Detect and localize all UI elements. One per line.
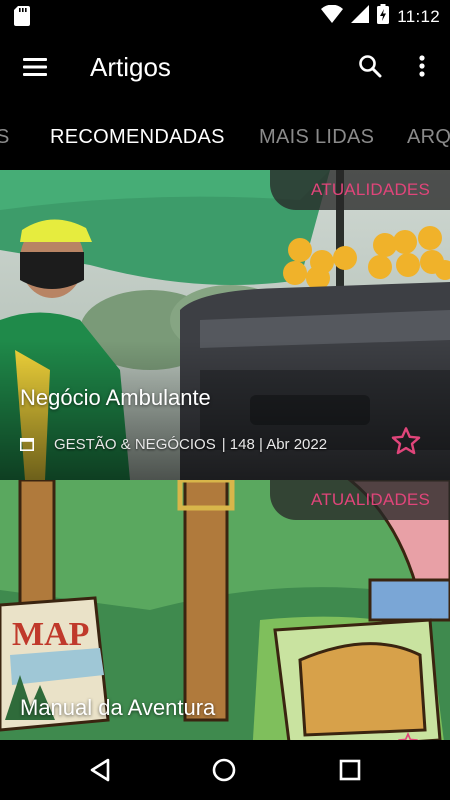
article-card[interactable]: MAP ATUALIDADES Manual da Aventura (0, 480, 450, 740)
calendar-icon (20, 437, 36, 453)
article-card[interactable]: ATUALIDADES Negócio Ambulante GESTÃO & N… (0, 170, 450, 480)
article-category: GESTÃO & NEGÓCIOS (54, 436, 216, 453)
tab-bar: S RECOMENDADAS MAIS LIDAS ARQ (0, 104, 450, 170)
more-vert-icon[interactable] (408, 50, 436, 82)
battery-charging-icon (377, 4, 390, 29)
menu-icon[interactable] (18, 52, 52, 82)
status-bar: 11:12 (0, 0, 450, 32)
sd-card-icon (14, 6, 30, 31)
page-title: Artigos (90, 52, 171, 82)
system-nav-bar (0, 740, 450, 800)
tab-previous[interactable]: S (0, 126, 10, 149)
tab-recomendadas[interactable]: RECOMENDADAS (50, 126, 225, 149)
back-icon[interactable] (86, 756, 114, 784)
article-issue-date: | 148 | Abr 2022 (221, 436, 328, 453)
badge-label: ATUALIDADES (310, 180, 430, 199)
signal-icon (351, 5, 370, 28)
article-title: Manual da Aventura (20, 695, 216, 720)
badge-label: ATUALIDADES (310, 490, 430, 509)
home-icon[interactable] (210, 756, 238, 784)
article-image (0, 170, 450, 480)
tab-mais-lidas[interactable]: MAIS LIDAS (259, 126, 374, 149)
wifi-icon (321, 4, 344, 28)
recents-icon[interactable] (336, 756, 364, 784)
star-outline-icon[interactable] (398, 732, 418, 740)
tab-arquivo[interactable]: ARQ (407, 126, 450, 149)
category-badge: ATUALIDADES (270, 170, 450, 210)
article-title: Negócio Ambulante (20, 385, 211, 410)
category-badge: ATUALIDADES (270, 480, 450, 520)
clock-time: 11:12 (397, 6, 440, 26)
article-meta: GESTÃO & NEGÓCIOS | 148 | Abr 2022 (20, 436, 327, 453)
app-bar: Artigos (0, 32, 450, 104)
map-text: MAP (12, 616, 89, 653)
search-icon[interactable] (354, 50, 386, 82)
star-outline-icon[interactable] (390, 425, 422, 457)
